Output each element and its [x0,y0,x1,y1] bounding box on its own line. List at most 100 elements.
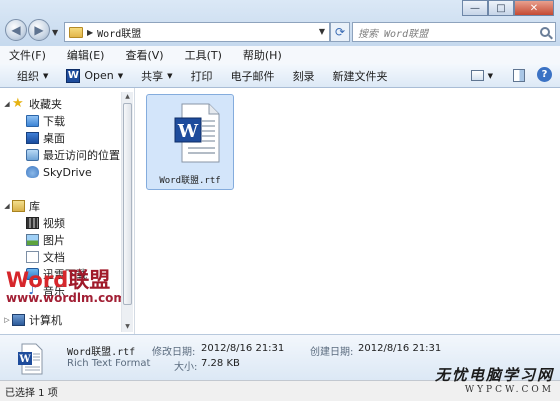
expand-icon[interactable]: ◢ [2,100,12,108]
file-item-rtf[interactable]: W Word联盟.rtf [146,94,234,190]
menu-file[interactable]: 文件(F) [9,47,46,63]
modified-value: 2012/8/16 21:31 [201,343,285,354]
print-button[interactable]: 打印 [182,68,222,84]
preview-pane-icon[interactable] [513,69,525,82]
cloud-icon [26,166,39,178]
file-name: Word联盟.rtf [159,176,221,186]
organize-label: 组织 [17,69,39,83]
tree-item-label: 库 [29,200,40,213]
video-icon [26,217,39,229]
menu-help[interactable]: 帮助(H) [243,47,282,63]
tree-item-documents[interactable]: 文档 [26,249,65,265]
view-options-icon[interactable] [470,70,484,81]
watermark-url: www.wordlm.com [6,291,126,305]
menu-view[interactable]: 查看(V) [125,47,163,63]
scroll-up-icon[interactable]: ▲ [122,92,133,102]
refresh-icon: ⟳ [334,25,346,39]
word-document-icon: W [18,343,43,375]
chevron-down-icon[interactable]: ▼ [488,72,493,82]
new-folder-button[interactable]: 新建文件夹 [324,68,397,84]
breadcrumb-arrow-icon[interactable]: ▶ [87,28,93,37]
star-icon: ★ [12,96,24,111]
tree-item-libraries[interactable]: ◢ 库 [0,198,40,214]
file-list: W Word联盟.rtf [135,88,560,334]
detail-file-type: Rich Text Format [67,358,151,369]
computer-icon [12,314,25,326]
watermark-word: Word [6,268,69,292]
expand-icon[interactable]: ◢ [2,202,12,210]
navigation-pane: ◢ ★ 收藏夹 下载 桌面 最近访问的位置 SkyDrive ◢ 库 视频 图片… [0,88,135,334]
navigation-bar: ◀ ▶ ▼ ▶ Word联盟 ▼ ⟳ 搜索 Word联盟 — □ ✕ [0,0,560,44]
tree-item-label: 视频 [43,217,65,230]
site-watermark-name: 无忧电脑学习网 [434,366,554,384]
maximize-button[interactable]: □ [488,0,514,16]
email-button[interactable]: 电子邮件 [222,68,284,84]
close-button[interactable]: ✕ [514,0,554,16]
menu-tools[interactable]: 工具(T) [185,47,222,63]
address-dropdown-icon[interactable]: ▼ [319,27,325,36]
scroll-thumb[interactable] [123,103,132,305]
share-button[interactable]: 共享 ▼ [132,68,181,84]
navigation-scrollbar[interactable]: ▲ ▼ [121,92,133,332]
back-arrow-icon: ◀ [11,23,21,37]
desktop-icon [26,132,39,144]
open-button[interactable]: W Open ▼ [57,68,132,83]
svg-text:W: W [177,121,199,142]
word-icon: W [66,68,81,83]
breadcrumb[interactable]: Word联盟 [97,25,141,40]
tree-item-label: SkyDrive [43,165,92,179]
tree-item-computer[interactable]: ▷ 计算机 [0,312,62,328]
tree-item-label: 最近访问的位置 [43,149,120,162]
forward-arrow-icon: ▶ [34,23,44,37]
site-watermark: 无忧电脑学习网 WYPCW.COM [424,364,554,400]
tree-item-downloads[interactable]: 下载 [26,113,65,129]
view-controls: ▼ ? [470,67,552,82]
burn-button[interactable]: 刻录 [284,68,324,84]
detail-file-name: Word联盟.rtf [67,347,136,358]
status-text: 已选择 1 项 [5,388,58,399]
size-label: 大小: [174,362,198,373]
tree-item-label: 文档 [43,251,65,264]
tree-item-skydrive[interactable]: SkyDrive [26,164,92,180]
menu-bar: 文件(F) 编辑(E) 查看(V) 工具(T) 帮助(H) [0,46,560,65]
svg-text:W: W [18,354,31,365]
organize-button[interactable]: 组织 ▼ [8,68,57,84]
search-input[interactable]: 搜索 Word联盟 [352,22,556,42]
tree-item-videos[interactable]: 视频 [26,215,65,231]
menu-edit[interactable]: 编辑(E) [67,47,105,63]
size-value: 7.28 KB [201,358,240,369]
tree-item-label: 图片 [43,234,65,247]
site-watermark-url: WYPCW.COM [464,385,554,395]
folder-icon [69,26,83,38]
help-icon[interactable]: ? [537,67,552,82]
recent-places-icon [26,149,39,161]
tree-item-desktop[interactable]: 桌面 [26,130,65,146]
tree-item-favorites[interactable]: ◢ ★ 收藏夹 [0,96,62,112]
scroll-down-icon[interactable]: ▼ [122,322,133,332]
back-button[interactable]: ◀ [5,19,27,41]
tree-item-pictures[interactable]: 图片 [26,232,65,248]
address-bar[interactable]: ▶ Word联盟 ▼ [64,22,330,42]
library-icon [12,200,25,212]
created-value: 2012/8/16 21:31 [358,343,442,354]
wordlm-watermark: Word联盟 www.wordlm.com [6,268,126,309]
expand-icon[interactable]: ▷ [2,316,12,324]
refresh-button[interactable]: ⟳ [330,22,350,42]
window-controls: — □ ✕ [462,0,554,18]
tree-item-recent[interactable]: 最近访问的位置 [26,147,120,163]
chevron-down-icon: ▼ [117,71,124,80]
tree-item-label: 桌面 [43,132,65,145]
search-placeholder: 搜索 Word联盟 [358,28,429,40]
open-label: Open [84,69,114,82]
chevron-down-icon: ▼ [43,71,49,80]
recent-pages-dropdown-icon[interactable]: ▼ [52,28,58,37]
forward-button[interactable]: ▶ [28,19,50,41]
created-label: 创建日期: [310,347,354,358]
chevron-down-icon: ▼ [167,71,173,80]
explorer-window: ◀ ▶ ▼ ▶ Word联盟 ▼ ⟳ 搜索 Word联盟 — □ ✕ 文件(F)… [0,0,560,401]
minimize-button[interactable]: — [462,0,488,16]
share-label: 共享 [141,69,164,83]
tree-item-label: 收藏夹 [29,98,62,111]
document-icon [26,251,39,263]
picture-icon [26,234,39,246]
